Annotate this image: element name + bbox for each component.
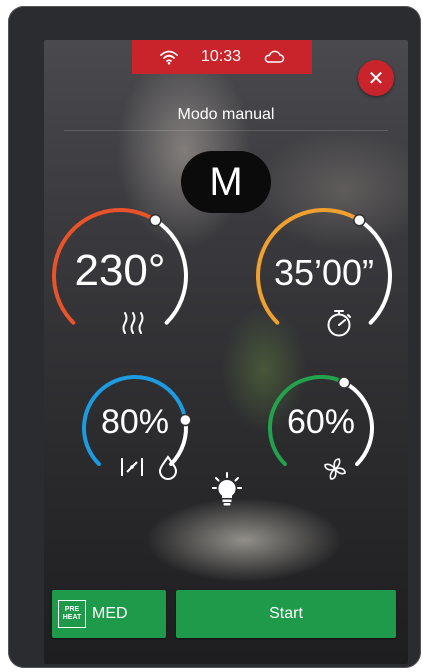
preheat-button[interactable]: PRE HEAT MED — [52, 590, 166, 638]
divider — [64, 130, 388, 131]
dial-handle[interactable] — [353, 214, 366, 227]
cloud-icon[interactable] — [263, 50, 285, 64]
status-bar: 10:33 — [132, 40, 312, 74]
device-frame: 10:33 ✕ Modo manual M 230° 35’00” 80% 60… — [8, 6, 421, 668]
humidity-dial[interactable]: 80% — [80, 373, 192, 483]
preheat-level-label: MED — [92, 605, 128, 622]
action-bar: PRE HEAT MED Start — [44, 590, 408, 640]
start-button[interactable]: Start — [176, 590, 396, 638]
temperature-dial[interactable]: 230° — [50, 206, 190, 346]
fan-value: 60% — [286, 403, 356, 441]
mode-title: Modo manual — [177, 106, 275, 123]
fan-dial[interactable]: 60% — [266, 373, 376, 483]
time-dial[interactable]: 35’00” — [254, 206, 394, 346]
oven-screen: 10:33 ✕ Modo manual M 230° 35’00” 80% 60… — [44, 40, 408, 664]
mode-badge[interactable]: M — [181, 151, 271, 213]
close-icon: ✕ — [367, 67, 385, 90]
wifi-icon[interactable] — [159, 49, 179, 65]
temperature-value: 230° — [74, 246, 166, 295]
clock-time: 10:33 — [200, 48, 242, 65]
light-bulb-icon[interactable] — [211, 472, 243, 513]
humidity-value: 80% — [100, 403, 170, 441]
close-button[interactable]: ✕ — [358, 60, 394, 96]
time-value: 35’00” — [273, 252, 375, 293]
dial-handle[interactable] — [149, 214, 162, 227]
dial-handle[interactable] — [337, 376, 351, 389]
preheat-icon: PRE HEAT — [58, 600, 86, 628]
